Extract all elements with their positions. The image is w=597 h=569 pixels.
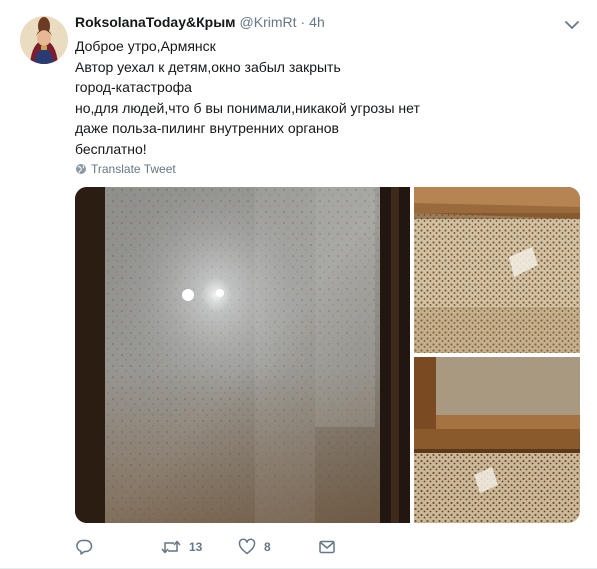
translate-tweet-link[interactable]: Translate Tweet (75, 160, 176, 178)
tweet-actions: 13 8 (75, 536, 580, 560)
tweet-card[interactable]: RoksolanaToday&Крым @KrimRt · 4h Доброе … (0, 0, 597, 569)
tweet-header: RoksolanaToday&Крым @KrimRt · 4h (75, 14, 325, 34)
photo-windowsill[interactable] (414, 187, 580, 353)
like-button[interactable]: 8 (238, 536, 271, 558)
tweet-text-line: но,для людей,что б вы понимали,никакой у… (75, 99, 420, 116)
avatar[interactable] (20, 16, 68, 64)
direct-message-button[interactable] (318, 536, 336, 558)
tweet-text-line: Доброе утро,Армянск (75, 38, 216, 54)
retweet-icon (161, 540, 181, 554)
tweet-text-line: даже польза-пилинг внутренних органов (75, 120, 339, 136)
chevron-down-icon[interactable] (564, 18, 580, 32)
retweet-count: 13 (189, 540, 203, 554)
globe-icon (76, 164, 86, 174)
reply-button[interactable] (75, 536, 101, 558)
tweet-text-line: Автор уехал к детям,окно забыл закрыть (75, 58, 341, 75)
author-handle[interactable]: @KrimRt (240, 14, 297, 30)
translate-tweet-label: Translate Tweet (91, 162, 176, 176)
author-name[interactable]: RoksolanaToday&Крым (75, 14, 236, 30)
tweet-text-line: город-катастрофа (75, 79, 192, 95)
reply-icon (76, 539, 93, 555)
tweet-text-line: бесплатно! (75, 140, 147, 157)
photo-window-frame[interactable] (414, 357, 580, 523)
like-count: 8 (264, 540, 271, 554)
envelope-icon (319, 540, 335, 554)
photo-window[interactable] (75, 187, 410, 523)
separator-dot: · (300, 14, 306, 30)
tweet-timestamp[interactable]: 4h (309, 14, 325, 30)
tweet-text: Доброе утро,Армянск Автор уехал к детям,… (75, 36, 575, 159)
media-grid (75, 187, 580, 523)
heart-icon (238, 538, 256, 555)
retweet-button[interactable]: 13 (161, 536, 202, 558)
